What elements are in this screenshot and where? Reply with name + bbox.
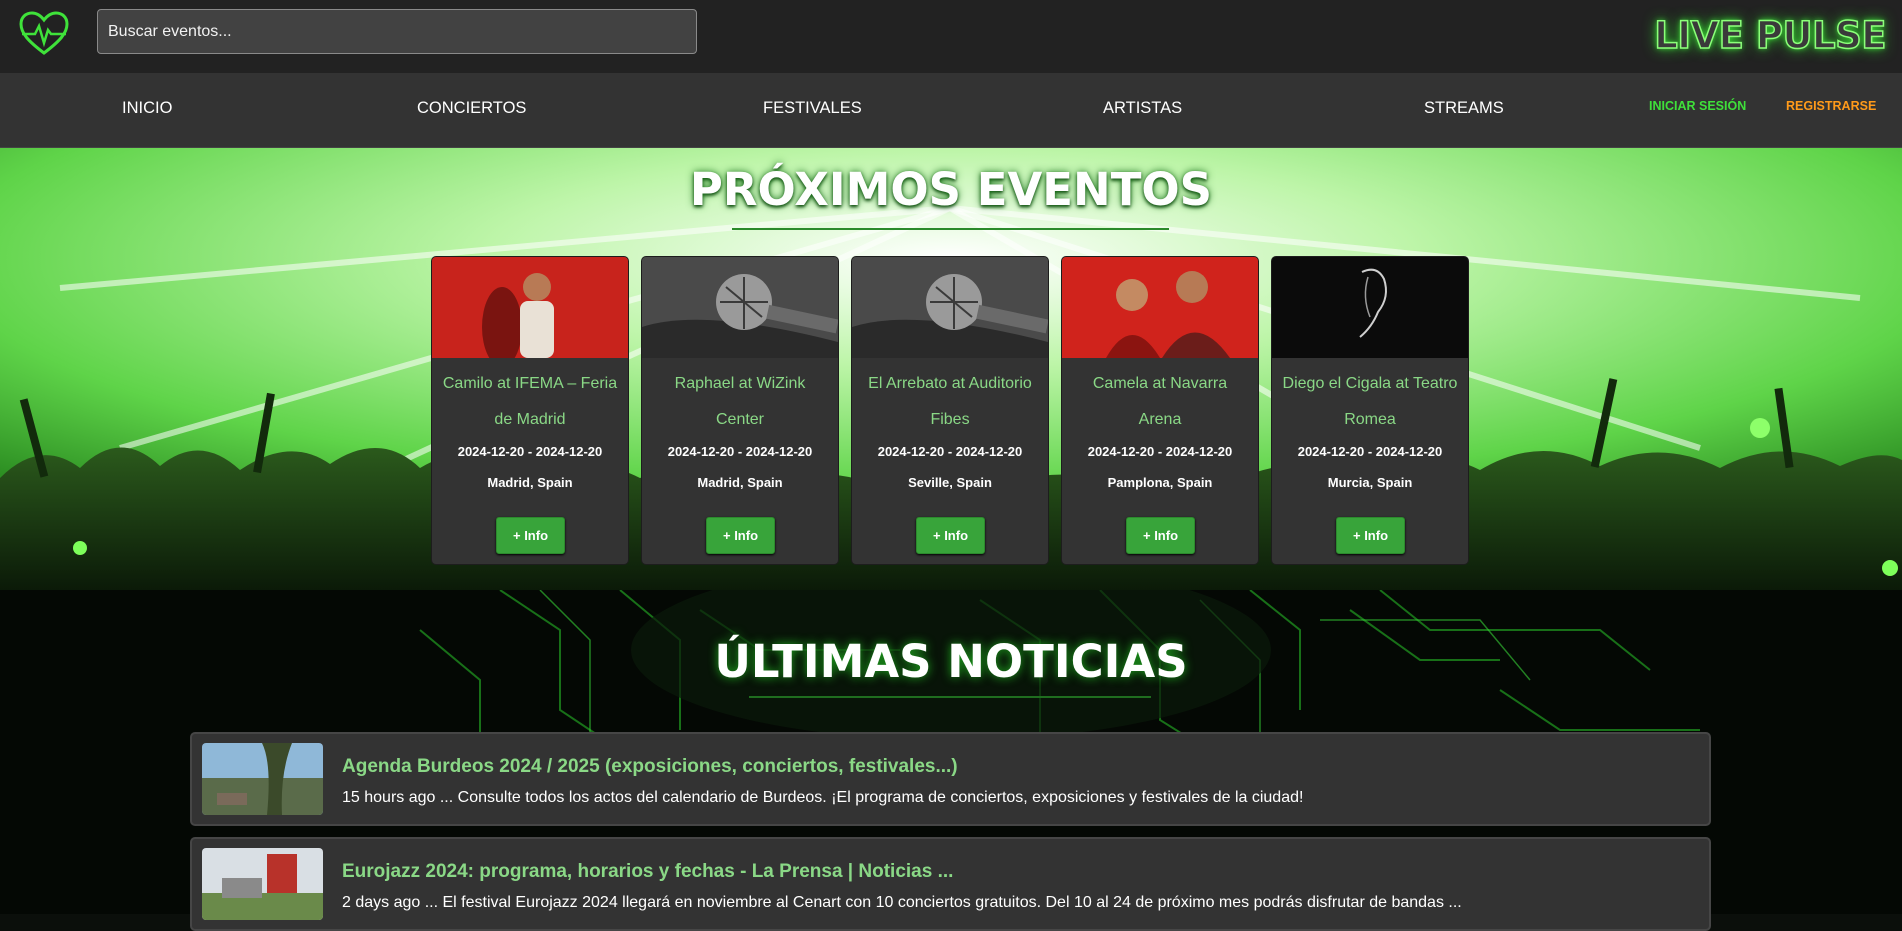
news-heading-underline	[749, 696, 1151, 698]
info-button[interactable]: + Info	[706, 517, 775, 554]
event-title: Raphael at WiZink Center	[674, 375, 806, 428]
event-image	[852, 257, 1048, 358]
event-dates: 2024-12-20 - 2024-12-20	[1087, 444, 1233, 459]
event-title: Camela at Navarra Arena	[1092, 375, 1228, 428]
info-button[interactable]: + Info	[496, 517, 565, 554]
heart-pulse-icon[interactable]	[18, 10, 70, 56]
event-dates: 2024-12-20 - 2024-12-20	[457, 444, 603, 459]
event-card: Raphael at WiZink Center 2024-12-20 - 20…	[641, 256, 839, 565]
event-image	[642, 257, 838, 358]
event-image	[1062, 257, 1258, 358]
search-input[interactable]	[97, 9, 697, 54]
event-location: Seville, Spain	[908, 475, 992, 490]
event-image	[1272, 257, 1468, 358]
event-card: Camela at Navarra Arena 2024-12-20 - 202…	[1061, 256, 1259, 565]
register-link[interactable]: REGISTRARSE	[1786, 99, 1876, 113]
news-snippet: 2 days ago ... El festival Eurojazz 2024…	[342, 894, 1462, 911]
event-dates: 2024-12-20 - 2024-12-20	[667, 444, 813, 459]
event-dates: 2024-12-20 - 2024-12-20	[1297, 444, 1443, 459]
news-item[interactable]: Eurojazz 2024: programa, horarios y fech…	[190, 837, 1711, 931]
news-item[interactable]: Agenda Burdeos 2024 / 2025 (exposiciones…	[190, 732, 1711, 826]
login-link[interactable]: INICIAR SESIÓN	[1649, 99, 1746, 113]
event-image	[432, 257, 628, 358]
event-card: Diego el Cigala at Teatro Romea 2024-12-…	[1271, 256, 1469, 565]
news-snippet: 15 hours ago ... Consulte todos los acto…	[342, 789, 1304, 806]
event-location: Madrid, Spain	[487, 475, 573, 490]
nav-item-inicio[interactable]: INICIO	[122, 99, 172, 118]
event-card: El Arrebato at Auditorio Fibes 2024-12-2…	[851, 256, 1049, 565]
brand-logo-text[interactable]: LIVE PULSE	[1653, 13, 1887, 58]
nav-item-conciertos[interactable]: CONCIERTOS	[417, 99, 526, 118]
nav-item-streams[interactable]: STREAMS	[1424, 99, 1504, 118]
news-thumbnail	[202, 848, 323, 920]
info-button[interactable]: + Info	[916, 517, 985, 554]
nav-item-artistas[interactable]: ARTISTAS	[1103, 99, 1182, 118]
event-title: Diego el Cigala at Teatro Romea	[1282, 375, 1458, 428]
info-button[interactable]: + Info	[1336, 517, 1405, 554]
top-bar: LIVE PULSE	[0, 0, 1902, 73]
nav-item-festivales[interactable]: FESTIVALES	[763, 99, 862, 118]
events-heading-underline	[732, 228, 1169, 230]
events-heading: PRÓXIMOS EVENTOS	[689, 163, 1213, 216]
event-dates: 2024-12-20 - 2024-12-20	[877, 444, 1023, 459]
main-nav: INICIO CONCIERTOS FESTIVALES ARTISTAS ST…	[0, 73, 1902, 148]
event-location: Pamplona, Spain	[1107, 475, 1213, 490]
news-heading: ÚLTIMAS NOTICIAS	[714, 635, 1188, 688]
event-location: Madrid, Spain	[697, 475, 783, 490]
news-thumbnail	[202, 743, 323, 815]
news-title[interactable]: Eurojazz 2024: programa, horarios y fech…	[342, 861, 953, 883]
event-title: Camilo at IFEMA – Feria de Madrid	[442, 375, 618, 428]
event-title: El Arrebato at Auditorio Fibes	[868, 375, 1032, 428]
info-button[interactable]: + Info	[1126, 517, 1195, 554]
event-location: Murcia, Spain	[1327, 475, 1413, 490]
news-title[interactable]: Agenda Burdeos 2024 / 2025 (exposiciones…	[342, 756, 958, 778]
event-card: Camilo at IFEMA – Feria de Madrid 2024-1…	[431, 256, 629, 565]
